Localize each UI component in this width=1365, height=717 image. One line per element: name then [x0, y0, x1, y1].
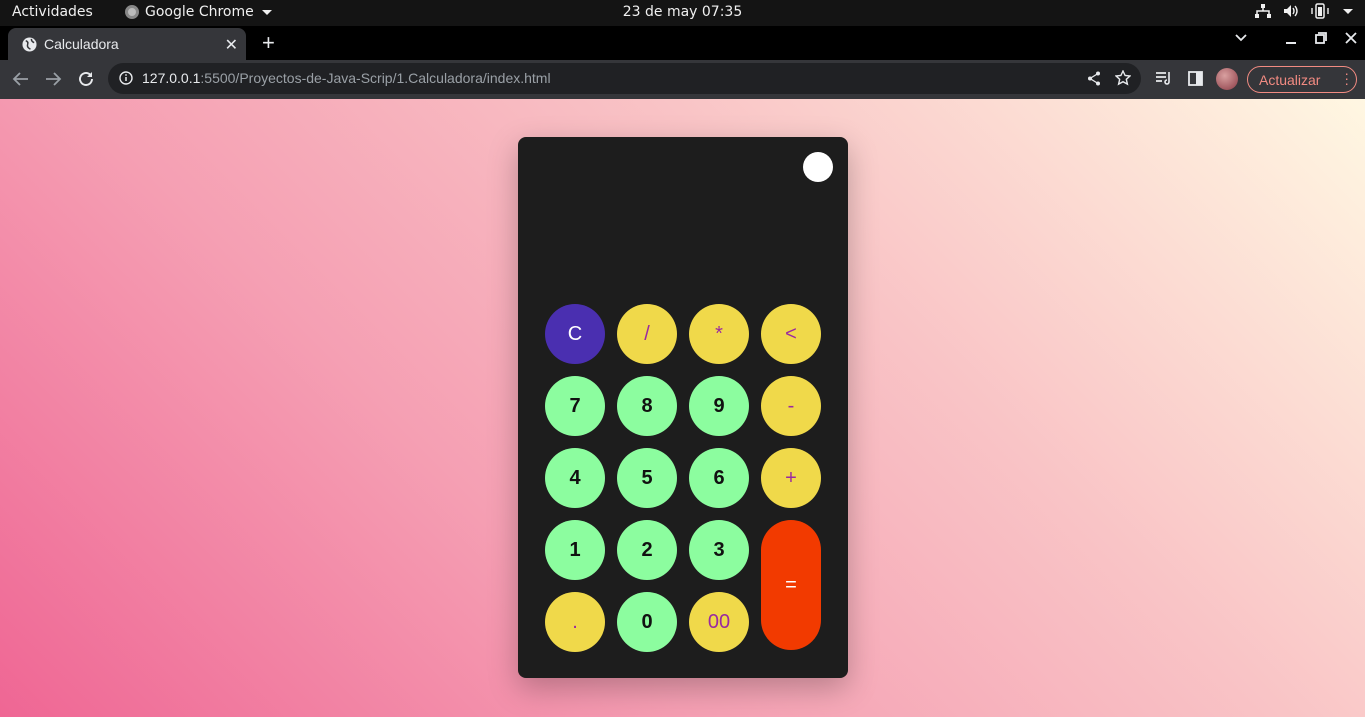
plus-button[interactable]: + [761, 448, 821, 508]
digit-0-button[interactable]: 0 [617, 592, 677, 652]
share-icon[interactable] [1087, 71, 1101, 86]
digit-8-button[interactable]: 8 [617, 376, 677, 436]
minus-button[interactable]: - [761, 376, 821, 436]
digit-7-button[interactable]: 7 [545, 376, 605, 436]
battery-icon [1311, 3, 1329, 19]
app-menu-label: Google Chrome [145, 4, 254, 20]
digit-9-button[interactable]: 9 [689, 376, 749, 436]
app-menu[interactable]: Google Chrome [125, 4, 272, 20]
reading-list-icon[interactable] [1155, 71, 1172, 86]
back-arrow-icon[interactable] [12, 70, 30, 88]
new-tab-button[interactable]: + [262, 30, 275, 56]
decimal-point-button[interactable]: . [545, 592, 605, 652]
update-button[interactable]: Actualizar · · · [1247, 66, 1357, 93]
divide-button[interactable]: / [617, 304, 677, 364]
digit-3-button[interactable]: 3 [689, 520, 749, 580]
volume-icon [1284, 5, 1298, 17]
digit-4-button[interactable]: 4 [545, 448, 605, 508]
tab-search-icon[interactable] [1235, 34, 1247, 42]
tab-title: Calculadora [44, 36, 119, 52]
digit-5-button[interactable]: 5 [617, 448, 677, 508]
backspace-button[interactable]: < [761, 304, 821, 364]
double-zero-button[interactable]: 00 [689, 592, 749, 652]
address-bar[interactable]: 127.0.0.1:5500/Proyectos-de-Java-Scrip/1… [108, 63, 1141, 94]
url-text[interactable]: 127.0.0.1:5500/Proyectos-de-Java-Scrip/1… [142, 70, 551, 86]
more-menu-icon[interactable]: · · · [1344, 66, 1349, 90]
multiply-button[interactable]: * [689, 304, 749, 364]
side-panel-icon[interactable] [1188, 71, 1203, 86]
chrome-icon [125, 5, 139, 19]
site-info-icon[interactable] [119, 71, 133, 85]
caret-down-icon [261, 9, 272, 15]
calculator-display [538, 197, 828, 277]
activities-button[interactable]: Actividades [12, 4, 93, 20]
minimize-icon[interactable] [1285, 32, 1297, 44]
globe-icon [22, 37, 37, 52]
bookmark-star-icon[interactable] [1115, 70, 1131, 86]
reload-icon[interactable] [77, 70, 95, 88]
browser-toolbar: 127.0.0.1:5500/Proyectos-de-Java-Scrip/1… [0, 60, 1365, 99]
network-icon [1255, 4, 1271, 18]
page-background: C / * < 7 8 9 - 4 5 6 + 1 2 3 = . 0 00 [0, 99, 1365, 717]
system-tray[interactable] [1255, 3, 1353, 19]
equals-button[interactable]: = [761, 520, 821, 650]
profile-avatar[interactable] [1216, 68, 1238, 90]
tab-calculadora[interactable]: Calculadora ✕ [8, 28, 246, 60]
calculator: C / * < 7 8 9 - 4 5 6 + 1 2 3 = . 0 00 [518, 137, 848, 678]
digit-1-button[interactable]: 1 [545, 520, 605, 580]
close-window-icon[interactable] [1345, 32, 1357, 44]
url-path: :5500/Proyectos-de-Java-Scrip/1.Calculad… [200, 70, 551, 86]
forward-arrow-icon[interactable] [44, 70, 62, 88]
digit-2-button[interactable]: 2 [617, 520, 677, 580]
tab-close-icon[interactable]: ✕ [225, 35, 238, 55]
url-host: 127.0.0.1 [142, 70, 201, 86]
update-button-label: Actualizar [1259, 72, 1321, 88]
window-controls [1235, 32, 1357, 44]
system-menu-caret-icon [1343, 8, 1353, 14]
system-top-bar: Actividades Google Chrome 23 de may 07:3… [0, 0, 1365, 26]
restore-icon[interactable] [1315, 32, 1327, 44]
theme-toggle-button[interactable] [803, 152, 833, 182]
digit-6-button[interactable]: 6 [689, 448, 749, 508]
tab-strip: Calculadora ✕ + [0, 26, 1365, 60]
clear-button[interactable]: C [545, 304, 605, 364]
